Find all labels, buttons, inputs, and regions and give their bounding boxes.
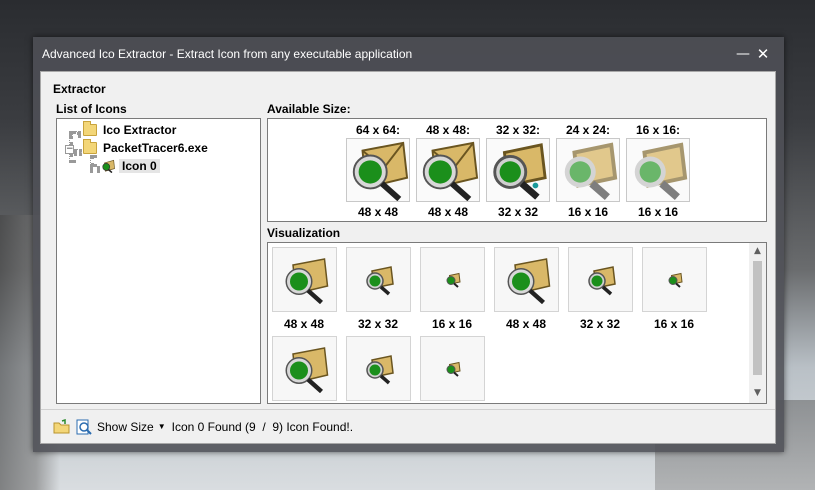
scroll-down-arrow-icon[interactable]: ▼ bbox=[749, 385, 766, 401]
status-message: Icon 0 Found (9 / 9) Icon Found!. bbox=[171, 419, 354, 434]
tree-item-label: PacketTracer6.exe bbox=[103, 141, 208, 155]
collapse-toggle-icon[interactable]: − bbox=[65, 145, 74, 154]
size-label: 64 x 64: bbox=[355, 123, 401, 137]
size-label: 48 x 48: bbox=[425, 123, 471, 137]
viz-size-label: 16 x 16 bbox=[431, 317, 473, 331]
viz-tile-16[interactable] bbox=[420, 336, 485, 401]
viz-tile-48[interactable] bbox=[272, 336, 337, 401]
packet-tracer-icon bbox=[352, 141, 409, 201]
packet-tracer-icon bbox=[422, 141, 479, 201]
packet-tracer-icon bbox=[366, 355, 394, 385]
viz-tile-48[interactable] bbox=[272, 247, 337, 312]
packet-tracer-icon bbox=[366, 266, 394, 296]
icon-preview-64[interactable] bbox=[346, 138, 410, 202]
size-label: 32 x 32: bbox=[495, 123, 541, 137]
open-folder-icon[interactable] bbox=[53, 418, 71, 435]
icon-preview-48[interactable] bbox=[416, 138, 480, 202]
viz-tile-16[interactable] bbox=[420, 247, 485, 312]
size-label: 48 x 48 bbox=[427, 205, 469, 219]
scroll-up-arrow-icon[interactable]: ▲ bbox=[749, 243, 766, 259]
search-file-icon[interactable] bbox=[75, 419, 93, 435]
app-window: Advanced Ico Extractor - Extract Icon fr… bbox=[33, 37, 784, 452]
packet-tracer-icon bbox=[446, 272, 461, 288]
tree-item-ico-extractor[interactable]: Ico Extractor bbox=[83, 121, 177, 138]
size-label: 48 x 48 bbox=[357, 205, 399, 219]
folder-icon bbox=[83, 139, 97, 154]
tree-line bbox=[90, 166, 100, 170]
size-label: 16 x 16 bbox=[567, 205, 609, 219]
tree-line bbox=[74, 149, 82, 153]
status-bar: Show Size ▼ Icon 0 Found (9 / 9) Icon Fo… bbox=[41, 409, 775, 443]
visualization-panel: 48 x 48 32 x 32 16 x 16 48 x 48 32 x 32 … bbox=[267, 242, 767, 404]
minimize-button[interactable]: — bbox=[733, 45, 753, 63]
vertical-scrollbar[interactable]: ▲ ▼ bbox=[749, 243, 766, 403]
packet-tracer-icon bbox=[668, 272, 683, 288]
viz-tile-48[interactable] bbox=[494, 247, 559, 312]
viz-size-label: 16 x 16 bbox=[653, 317, 695, 331]
packet-tracer-icon bbox=[285, 347, 329, 393]
viz-tile-32[interactable] bbox=[346, 247, 411, 312]
packet-tracer-icon bbox=[285, 258, 329, 304]
available-sizes-panel: 64 x 64: 48 x 48 48 x 48: 48 x 48 32 x 3… bbox=[267, 118, 767, 222]
icon-preview-24[interactable] bbox=[556, 138, 620, 202]
available-size-heading: Available Size: bbox=[267, 102, 351, 116]
extractor-panel: Extractor List of Icons Ico Extractor − … bbox=[40, 71, 776, 444]
chevron-down-icon: ▼ bbox=[157, 422, 166, 431]
viz-size-label: 32 x 32 bbox=[579, 317, 621, 331]
folder-icon bbox=[83, 121, 97, 136]
packet-tracer-icon bbox=[634, 142, 688, 201]
viz-size-label: 48 x 48 bbox=[283, 317, 325, 331]
size-label: 24 x 24: bbox=[565, 123, 611, 137]
close-button[interactable]: ✕ bbox=[753, 45, 773, 63]
packet-tracer-icon bbox=[102, 159, 115, 173]
viz-tile-32[interactable] bbox=[568, 247, 633, 312]
scroll-thumb[interactable] bbox=[753, 261, 762, 375]
viz-tile-32[interactable] bbox=[346, 336, 411, 401]
show-size-dropdown[interactable]: Show Size ▼ bbox=[97, 420, 172, 434]
title-bar[interactable]: Advanced Ico Extractor - Extract Icon fr… bbox=[33, 37, 784, 71]
tree-item-icon-0[interactable]: Icon 0 bbox=[101, 158, 160, 174]
extractor-group-label: Extractor bbox=[53, 82, 106, 96]
packet-tracer-icon bbox=[564, 142, 618, 201]
packet-tracer-icon bbox=[493, 143, 547, 200]
size-label: 16 x 16: bbox=[635, 123, 681, 137]
viz-tile-16[interactable] bbox=[642, 247, 707, 312]
viz-size-label: 32 x 32 bbox=[357, 317, 399, 331]
size-label: 32 x 32 bbox=[497, 205, 539, 219]
show-size-label: Show Size bbox=[97, 419, 154, 434]
size-label: 16 x 16 bbox=[637, 205, 679, 219]
icon-tree[interactable]: Ico Extractor − PacketTracer6.exe Icon 0 bbox=[56, 118, 261, 404]
icon-preview-32[interactable] bbox=[486, 138, 550, 202]
list-of-icons-heading: List of Icons bbox=[56, 102, 127, 116]
tree-item-label: Ico Extractor bbox=[103, 123, 177, 137]
packet-tracer-icon bbox=[588, 266, 616, 296]
tree-line bbox=[69, 131, 81, 135]
icon-preview-16[interactable] bbox=[626, 138, 690, 202]
visualization-heading: Visualization bbox=[267, 226, 341, 240]
tree-item-label: Icon 0 bbox=[119, 159, 160, 173]
viz-size-label: 48 x 48 bbox=[505, 317, 547, 331]
window-title: Advanced Ico Extractor - Extract Icon fr… bbox=[42, 47, 413, 61]
packet-tracer-icon bbox=[507, 258, 551, 304]
tree-item-packettracer[interactable]: PacketTracer6.exe bbox=[83, 139, 208, 156]
packet-tracer-icon bbox=[446, 361, 461, 377]
